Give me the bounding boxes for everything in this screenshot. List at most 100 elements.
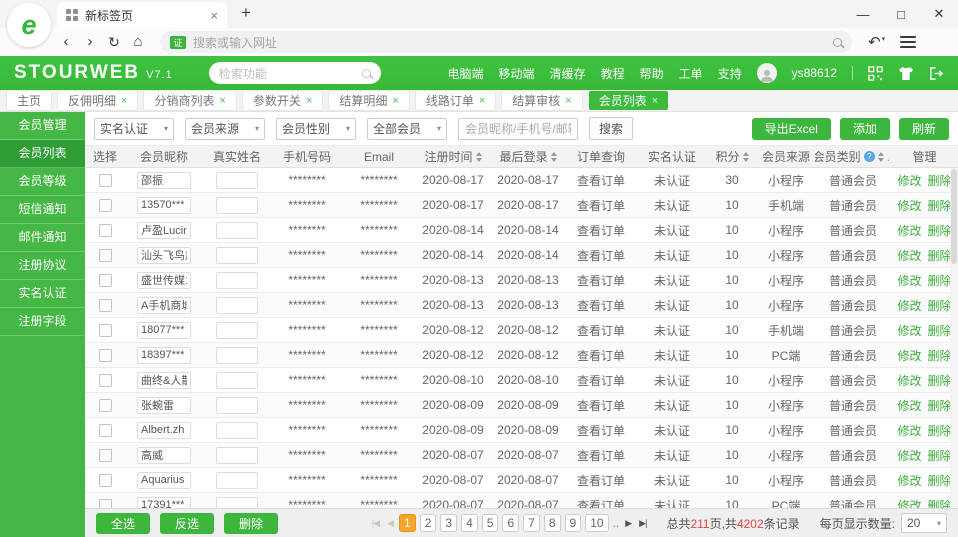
edit-link[interactable]: 修改 <box>897 322 921 339</box>
delete-link[interactable]: 删除 <box>928 472 952 489</box>
view-orders-link[interactable]: 查看订单 <box>577 172 625 189</box>
sidebar-item-注册字段[interactable]: 注册字段 <box>0 308 85 336</box>
view-orders-link[interactable]: 查看订单 <box>577 322 625 339</box>
nickname-input[interactable] <box>137 197 191 214</box>
nickname-input[interactable] <box>137 422 191 439</box>
sidebar-item-实名认证[interactable]: 实名认证 <box>0 280 85 308</box>
nickname-input[interactable] <box>137 447 191 464</box>
page-button-2[interactable]: 2 <box>420 514 437 532</box>
sidebar-item-会员等级[interactable]: 会员等级 <box>0 168 85 196</box>
nickname-input[interactable] <box>137 247 191 264</box>
qr-code-icon[interactable] <box>868 66 883 81</box>
edit-link[interactable]: 修改 <box>897 297 921 314</box>
view-orders-link[interactable]: 查看订单 <box>577 222 625 239</box>
realname-input[interactable] <box>216 497 258 509</box>
scrollbar[interactable] <box>950 168 958 508</box>
add-member-button[interactable]: 添加 <box>840 118 890 140</box>
page-tab-线路订单[interactable]: 线路订单× <box>416 91 495 110</box>
row-checkbox[interactable] <box>99 299 112 312</box>
prev-page-icon[interactable]: ◀ <box>385 518 395 529</box>
theme-shirt-icon[interactable] <box>898 66 914 81</box>
realname-input[interactable] <box>216 247 258 264</box>
sidebar-item-会员列表[interactable]: 会员列表 <box>0 140 85 168</box>
help-icon[interactable]: ? <box>864 151 875 162</box>
nickname-input[interactable] <box>137 497 191 509</box>
sort-icon[interactable] <box>743 152 749 162</box>
export-excel-button[interactable]: 导出Excel <box>752 118 831 140</box>
row-checkbox[interactable] <box>99 199 112 212</box>
select-all-button[interactable]: 全选 <box>96 513 150 534</box>
close-icon[interactable]: ✕ <box>932 6 946 22</box>
view-orders-link[interactable]: 查看订单 <box>577 297 625 314</box>
edit-link[interactable]: 修改 <box>897 472 921 489</box>
page-tab-参数开关[interactable]: 参数开关× <box>243 91 322 110</box>
sort-icon[interactable] <box>476 152 482 162</box>
page-button-9[interactable]: 9 <box>565 514 582 532</box>
realname-input[interactable] <box>216 472 258 489</box>
delete-link[interactable]: 删除 <box>928 222 952 239</box>
edit-link[interactable]: 修改 <box>897 172 921 189</box>
keyword-input[interactable] <box>458 118 578 140</box>
reload-icon[interactable]: ↻ <box>102 28 126 56</box>
edit-link[interactable]: 修改 <box>897 347 921 364</box>
view-orders-link[interactable]: 查看订单 <box>577 497 625 509</box>
new-tab-button[interactable]: + <box>236 3 256 23</box>
edit-link[interactable]: 修改 <box>897 397 921 414</box>
view-orders-link[interactable]: 查看订单 <box>577 472 625 489</box>
header-nav-移动端[interactable]: 移动端 <box>499 65 535 82</box>
edit-link[interactable]: 修改 <box>897 372 921 389</box>
edit-link[interactable]: 修改 <box>897 222 921 239</box>
header-nav-工单[interactable]: 工单 <box>679 65 703 82</box>
view-orders-link[interactable]: 查看订单 <box>577 372 625 389</box>
avatar[interactable] <box>757 63 777 83</box>
nickname-input[interactable] <box>137 322 191 339</box>
function-search-input[interactable]: 检索功能 <box>209 62 381 84</box>
view-orders-link[interactable]: 查看订单 <box>577 247 625 264</box>
row-checkbox[interactable] <box>99 499 112 509</box>
realname-input[interactable] <box>216 322 258 339</box>
header-nav-教程[interactable]: 教程 <box>601 65 625 82</box>
page-button-4[interactable]: 4 <box>461 514 478 532</box>
nickname-input[interactable] <box>137 172 191 189</box>
username[interactable]: ys88612 <box>792 66 837 80</box>
page-tab-会员列表[interactable]: 会员列表× <box>589 91 668 110</box>
filter-select-全部会员[interactable]: 全部会员▾ <box>367 118 447 140</box>
row-checkbox[interactable] <box>99 399 112 412</box>
delete-link[interactable]: 删除 <box>928 372 952 389</box>
view-orders-link[interactable]: 查看订单 <box>577 422 625 439</box>
delete-link[interactable]: 删除 <box>928 497 952 509</box>
edit-link[interactable]: 修改 <box>897 447 921 464</box>
back-icon[interactable]: ‹ <box>54 28 78 56</box>
next-page-icon[interactable]: ▶ <box>623 518 633 529</box>
row-checkbox[interactable] <box>99 224 112 237</box>
filter-select-实名认证[interactable]: 实名认证▾ <box>94 118 174 140</box>
delete-link[interactable]: 删除 <box>928 172 952 189</box>
nickname-input[interactable] <box>137 272 191 289</box>
page-button-3[interactable]: 3 <box>440 514 457 532</box>
search-button[interactable]: 搜索 <box>589 117 633 140</box>
close-tab-icon[interactable]: × <box>219 95 225 107</box>
delete-link[interactable]: 删除 <box>928 397 952 414</box>
last-page-icon[interactable]: ▶| <box>637 518 648 529</box>
edit-link[interactable]: 修改 <box>897 272 921 289</box>
scrollbar-thumb[interactable] <box>951 169 957 264</box>
row-checkbox[interactable] <box>99 274 112 287</box>
view-orders-link[interactable]: 查看订单 <box>577 447 625 464</box>
page-tab-分销商列表[interactable]: 分销商列表× <box>144 91 235 110</box>
nickname-input[interactable] <box>137 372 191 389</box>
header-nav-清缓存[interactable]: 清缓存 <box>550 65 586 82</box>
delete-link[interactable]: 删除 <box>928 347 952 364</box>
forward-icon[interactable]: › <box>78 28 102 56</box>
realname-input[interactable] <box>216 222 258 239</box>
realname-input[interactable] <box>216 422 258 439</box>
realname-input[interactable] <box>216 272 258 289</box>
delete-link[interactable]: 删除 <box>928 447 952 464</box>
page-button-6[interactable]: 6 <box>502 514 519 532</box>
address-bar[interactable]: 证 搜索或输入网址 <box>160 31 852 53</box>
first-page-icon[interactable]: |◀ <box>370 518 381 529</box>
address-input[interactable]: 搜索或输入网址 <box>193 34 826 51</box>
refresh-button[interactable]: 刷新 <box>899 118 949 140</box>
home-icon[interactable]: ⌂ <box>126 28 150 56</box>
realname-input[interactable] <box>216 172 258 189</box>
realname-input[interactable] <box>216 347 258 364</box>
